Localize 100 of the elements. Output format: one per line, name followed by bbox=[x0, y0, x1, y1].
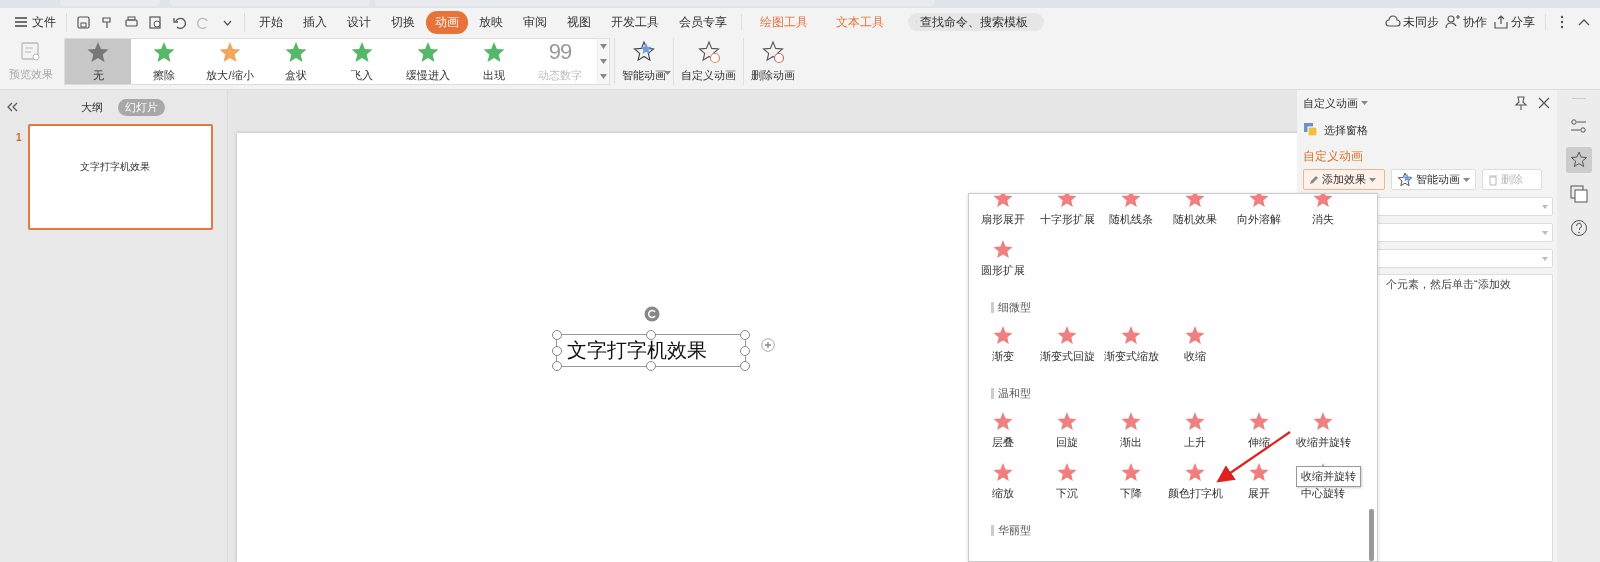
person-add-icon bbox=[1445, 14, 1461, 30]
resize-handle[interactable] bbox=[552, 345, 562, 356]
resize-handle[interactable] bbox=[740, 330, 750, 340]
slide-text: 文字打字机效果 bbox=[567, 338, 707, 363]
pane-title-dropdown[interactable]: 自定义动画 bbox=[1303, 95, 1368, 111]
select-pane-button[interactable]: 选择窗格 bbox=[1303, 122, 1553, 138]
menu-tab[interactable]: 视图 bbox=[558, 10, 600, 34]
select-pane-icon bbox=[1303, 122, 1319, 138]
double-chevron-icon bbox=[6, 102, 18, 112]
effect-option[interactable]: 下降 bbox=[1099, 458, 1163, 503]
menu-tab[interactable]: 开始 bbox=[250, 10, 292, 34]
caret-icon bbox=[600, 74, 607, 79]
trash-icon bbox=[1488, 173, 1498, 186]
menu-tab[interactable]: 放映 bbox=[470, 10, 512, 34]
effect-option[interactable]: 随机效果 bbox=[1163, 194, 1227, 229]
effect-option[interactable]: 缩放 bbox=[971, 458, 1035, 503]
panel-tab[interactable]: 大纲 bbox=[74, 98, 110, 116]
star-delete-icon bbox=[761, 40, 785, 64]
print-preview-icon bbox=[148, 14, 163, 30]
close-icon bbox=[1538, 97, 1550, 109]
caret-icon bbox=[1369, 177, 1376, 182]
effect-option[interactable]: 擦除 bbox=[131, 39, 197, 84]
effect-option[interactable]: 渐变式回旋 bbox=[1035, 321, 1099, 366]
tooltip: 收缩并旋转 bbox=[1296, 466, 1361, 487]
cloud-icon bbox=[1385, 14, 1401, 30]
effect-option[interactable]: 渐出 bbox=[1099, 407, 1163, 452]
effect-option[interactable]: 展开 bbox=[1227, 458, 1291, 503]
effect-option[interactable]: 收缩并旋转 bbox=[1291, 407, 1355, 452]
add-button[interactable] bbox=[761, 338, 775, 352]
effect-option[interactable]: 向外溶解 bbox=[1227, 194, 1291, 229]
resize-handle[interactable] bbox=[740, 361, 750, 371]
effect-option[interactable]: 伸缩 bbox=[1227, 407, 1291, 452]
menu-icon bbox=[14, 16, 28, 28]
menu-tab[interactable]: 会员专享 bbox=[670, 10, 736, 34]
toolbar-button[interactable]: 分享 bbox=[1493, 13, 1535, 31]
side-tool-button[interactable] bbox=[1565, 147, 1592, 173]
share-icon bbox=[1493, 14, 1509, 30]
effect-option[interactable]: 渐变 bbox=[971, 321, 1035, 366]
resize-handle[interactable] bbox=[646, 330, 656, 340]
stars-icon bbox=[632, 40, 656, 64]
caret-icon bbox=[600, 44, 607, 49]
effect-option[interactable]: 颜色打字机 bbox=[1163, 458, 1227, 503]
smart-animation-button[interactable]: 智能动画 bbox=[1391, 169, 1476, 190]
caret-icon bbox=[1542, 256, 1548, 261]
star-icon bbox=[218, 40, 242, 64]
effect-option[interactable]: 放大/缩小 bbox=[197, 39, 263, 84]
sliders-icon bbox=[1569, 117, 1588, 135]
slides-icon bbox=[1569, 185, 1588, 203]
ribbon-button[interactable]: 自定义动画 bbox=[673, 38, 743, 85]
collapse-panel-button[interactable] bbox=[6, 102, 18, 112]
resize-handle[interactable] bbox=[740, 345, 750, 356]
plus-icon bbox=[761, 338, 775, 352]
menu-tab[interactable]: 开发工具 bbox=[602, 10, 668, 34]
effect-option[interactable]: 十字形扩展 bbox=[1035, 194, 1099, 229]
star-outline-icon bbox=[696, 40, 721, 64]
effect-option[interactable]: 回旋 bbox=[1035, 407, 1099, 452]
effect-option[interactable]: 下沉 bbox=[1035, 458, 1099, 503]
group-heading: 细微型 bbox=[991, 302, 1367, 313]
section-heading: 自定义动画 bbox=[1303, 148, 1364, 165]
resize-handle[interactable] bbox=[646, 361, 656, 371]
effect-option[interactable]: 消失 bbox=[1291, 194, 1355, 229]
effect-option[interactable]: 随机线条 bbox=[1099, 194, 1163, 229]
effect-option[interactable]: 层叠 bbox=[971, 407, 1035, 452]
caret-icon bbox=[600, 59, 607, 64]
group-heading: 温和型 bbox=[991, 388, 1367, 399]
caret-icon bbox=[1463, 177, 1470, 182]
star-icon bbox=[152, 40, 176, 64]
effect-option[interactable]: 飞入 bbox=[329, 39, 395, 84]
resize-handle[interactable] bbox=[552, 361, 562, 371]
effect-option[interactable]: 无 bbox=[65, 39, 131, 84]
menu-tab[interactable]: 切换 bbox=[382, 10, 424, 34]
search-field[interactable]: 查找命令、搜索模板 bbox=[908, 13, 1044, 31]
slide-thumbnail[interactable]: 文字打字机效果 bbox=[27, 124, 213, 230]
effect-option[interactable]: 渐变式缩放 bbox=[1099, 321, 1163, 366]
save-icon bbox=[76, 14, 91, 30]
resize-handle[interactable] bbox=[552, 330, 562, 340]
chevron-up-icon bbox=[1577, 17, 1591, 27]
star-icon bbox=[284, 40, 308, 64]
menu-tab[interactable]: 审阅 bbox=[514, 10, 556, 34]
rotate-handle[interactable] bbox=[644, 306, 660, 322]
effect-option[interactable]: 出现 bbox=[461, 39, 527, 84]
menu-tab[interactable]: 插入 bbox=[294, 10, 336, 34]
add-effect-button[interactable]: 添加效果 bbox=[1303, 169, 1385, 190]
star-icon bbox=[482, 40, 506, 64]
scrollbar-thumb[interactable] bbox=[1369, 509, 1374, 561]
menu-tab[interactable]: 设计 bbox=[338, 10, 380, 34]
toolbar-button[interactable]: 未同步 bbox=[1385, 13, 1439, 31]
file-menu[interactable]: 文件 bbox=[10, 11, 60, 33]
effect-option[interactable]: 盒状 bbox=[263, 39, 329, 84]
toolbar-button[interactable]: 协作 bbox=[1445, 13, 1487, 31]
ribbon-button[interactable]: 删除动画 bbox=[743, 38, 802, 85]
star-icon bbox=[86, 40, 110, 64]
effect-option[interactable]: 上升 bbox=[1163, 407, 1227, 452]
effect-option[interactable]: 扇形展开 bbox=[971, 194, 1035, 229]
preview-icon bbox=[20, 41, 42, 63]
effect-option[interactable]: 缓慢进入 bbox=[395, 39, 461, 84]
effect-option[interactable]: 圆形扩展 bbox=[971, 235, 1035, 280]
effect-option[interactable]: 收缩 bbox=[1163, 321, 1227, 366]
slide-number: 1 bbox=[16, 132, 22, 143]
ribbon-button[interactable]: 智能动画 bbox=[614, 38, 673, 85]
